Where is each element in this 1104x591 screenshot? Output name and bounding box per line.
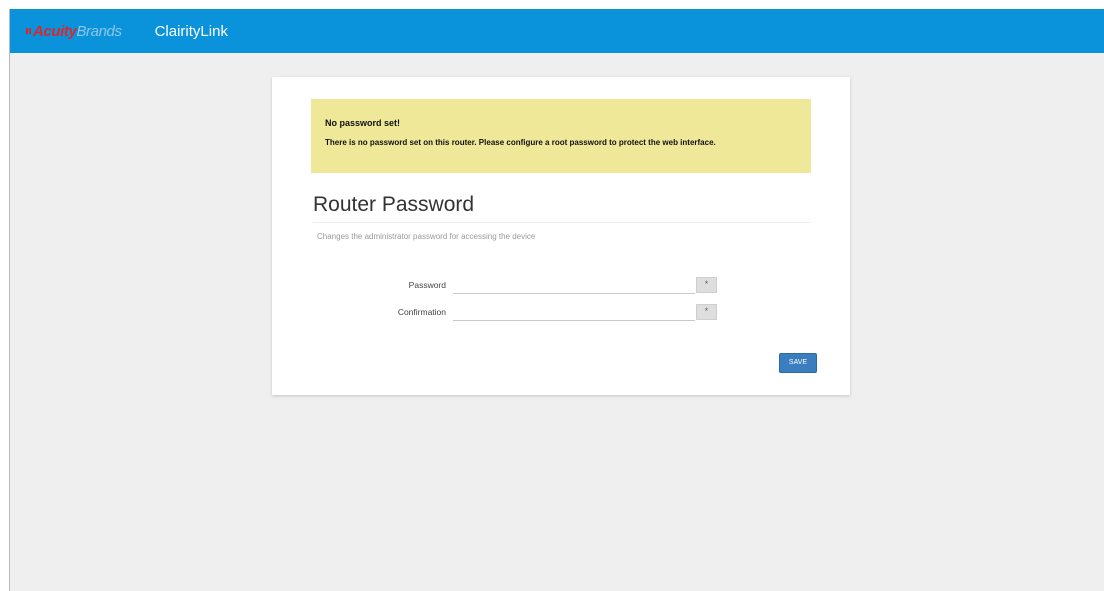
section-description: Changes the administrator password for a… (317, 232, 536, 241)
password-label: Password (408, 280, 446, 290)
reveal-password-button[interactable]: * (696, 277, 717, 293)
brand-prefix: Acuity (33, 22, 77, 40)
password-card: No password set! There is no password se… (272, 77, 850, 395)
reveal-confirmation-button[interactable]: * (696, 304, 717, 320)
alert-message: There is no password set on this router.… (325, 138, 716, 147)
acuity-brands-logo[interactable]: Acuity Brands (26, 23, 122, 40)
save-button[interactable]: SAVE (779, 353, 817, 373)
top-bar: Acuity Brands ClairityLink (10, 9, 1104, 53)
title-divider (313, 222, 811, 223)
password-row: Password * (272, 275, 850, 295)
brand-suffix: Brands (76, 22, 122, 40)
confirmation-input[interactable] (453, 303, 695, 321)
warning-alert: No password set! There is no password se… (311, 99, 811, 173)
page-title: Router Password (313, 193, 475, 216)
alert-title: No password set! (325, 118, 401, 128)
brand-mark-icon (26, 28, 32, 34)
page-frame: Acuity Brands ClairityLink No password s… (9, 9, 1104, 591)
password-input[interactable] (453, 276, 695, 294)
confirmation-label: Confirmation (397, 307, 446, 317)
app-title[interactable]: ClairityLink (155, 23, 228, 40)
confirmation-row: Confirmation * (272, 302, 850, 322)
